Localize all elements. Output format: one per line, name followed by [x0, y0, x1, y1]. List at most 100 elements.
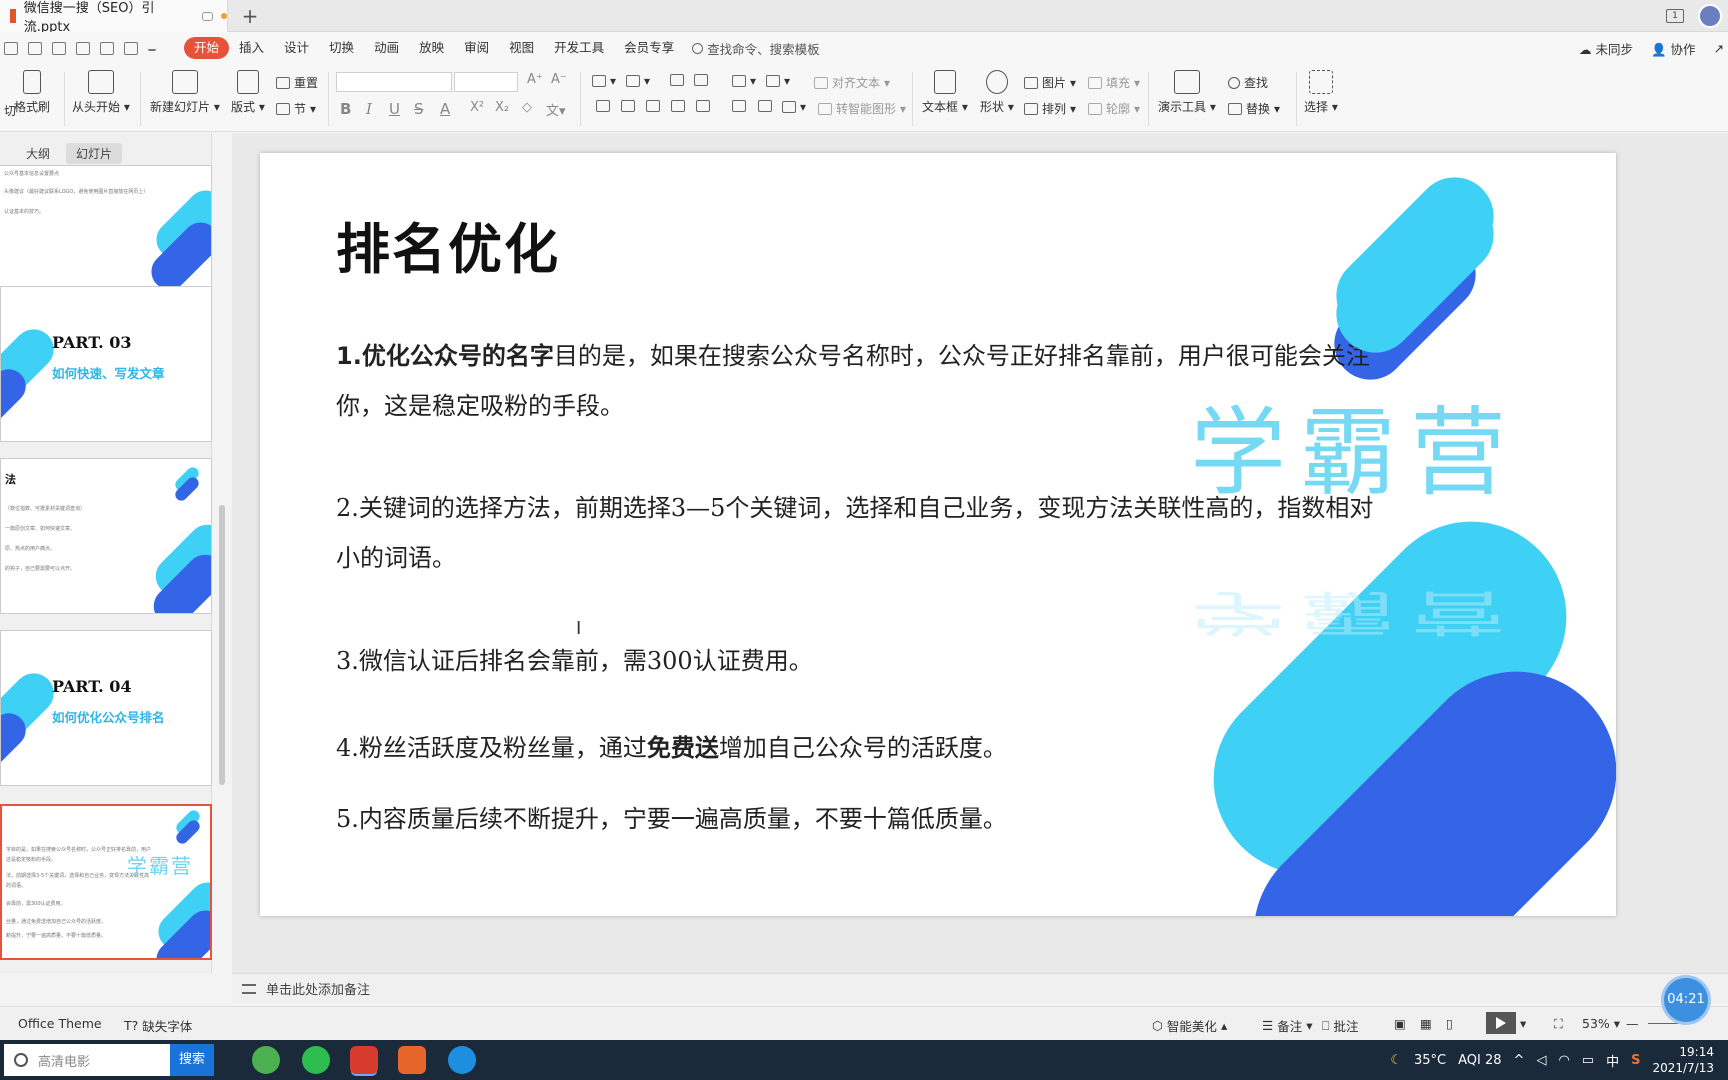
- print-preview-icon[interactable]: [76, 41, 90, 55]
- taskbar-search-input[interactable]: 高清电影: [38, 1051, 170, 1070]
- menu-transitions[interactable]: 切换: [319, 37, 364, 59]
- notes-bar[interactable]: 单击此处添加备注: [232, 973, 1728, 1003]
- collab-button[interactable]: 👤 协作: [1651, 39, 1696, 58]
- textbox-button[interactable]: 文本框 ▾: [922, 70, 968, 115]
- menu-home[interactable]: 开始: [184, 37, 230, 59]
- reading-view-icon[interactable]: ▯: [1446, 1016, 1453, 1031]
- picture-button[interactable]: 图片 ▾: [1024, 74, 1076, 91]
- shrink-font-button[interactable]: A⁻: [551, 72, 567, 87]
- redo-icon[interactable]: [124, 41, 138, 55]
- tab-slides[interactable]: 幻灯片: [66, 143, 123, 164]
- present-tools-button[interactable]: 演示工具 ▾: [1158, 70, 1216, 115]
- justify-button[interactable]: [671, 100, 685, 112]
- weather-temp[interactable]: 35°C: [1414, 1053, 1446, 1068]
- comments-button[interactable]: ⎕ 批注: [1322, 1016, 1359, 1035]
- fit-window-icon[interactable]: ⛶: [1554, 1016, 1563, 1032]
- paragraph-5[interactable]: 5.内容质量后续不断提升，宁要一遍高质量，不要十篇低质量。: [336, 794, 1376, 844]
- menu-animations[interactable]: 动画: [364, 37, 409, 59]
- document-tab[interactable]: 微信搜一搜（SEO）引流.pptx: [0, 0, 228, 35]
- paragraph-2[interactable]: 2.关键词的选择方法，前期选择3—5个关键词，选择和自己业务，变现方法关联性高的…: [336, 483, 1376, 583]
- menu-developer[interactable]: 开发工具: [544, 37, 614, 59]
- network-icon[interactable]: ◠: [1558, 1053, 1569, 1068]
- wps-icon[interactable]: [350, 1046, 378, 1074]
- phonetic-icon[interactable]: 文▾: [546, 100, 566, 119]
- font-size-select[interactable]: [454, 72, 518, 92]
- increase-indent-button[interactable]: [694, 74, 708, 86]
- align-center-button[interactable]: [621, 100, 635, 112]
- window-count-icon[interactable]: 1: [1666, 9, 1684, 23]
- recording-timer[interactable]: 04:21: [1664, 978, 1708, 1022]
- ime-indicator[interactable]: 中: [1606, 1051, 1619, 1070]
- taskbar-search[interactable]: 高清电影 搜索: [4, 1044, 214, 1076]
- underline-button[interactable]: U: [389, 100, 400, 118]
- text-direction-button[interactable]: ▾: [732, 74, 756, 88]
- italic-button[interactable]: I: [366, 100, 372, 118]
- clear-format-icon[interactable]: ◇: [522, 100, 532, 115]
- menu-design[interactable]: 设计: [274, 37, 319, 59]
- command-search[interactable]: 查找命令、搜索模板: [692, 39, 820, 58]
- paragraph-1[interactable]: 1.优化公众号的名字目的是，如果在搜索公众号名称时，公众号正好排名靠前，用户很可…: [336, 331, 1376, 431]
- section-button[interactable]: 节 ▾: [276, 100, 316, 117]
- volume-icon[interactable]: ◁: [1536, 1053, 1546, 1068]
- distribute-button[interactable]: [696, 100, 710, 112]
- menu-member[interactable]: 会员专享: [614, 37, 684, 59]
- undo-icon[interactable]: [100, 41, 114, 55]
- chevron-up-icon[interactable]: ^: [1514, 1053, 1525, 1068]
- font-color-button[interactable]: A: [440, 100, 450, 118]
- menu-insert[interactable]: 插入: [229, 37, 274, 59]
- line-spacing-button[interactable]: [732, 100, 746, 112]
- theme-name[interactable]: Office Theme: [18, 1016, 102, 1031]
- normal-view-icon[interactable]: ▣: [1394, 1016, 1406, 1031]
- slide-thumbnail-4[interactable]: PART. 04 如何优化公众号排名: [0, 630, 212, 786]
- paragraph-4[interactable]: 4.粉丝活跃度及粉丝量，通过免费送增加自己公众号的活跃度。: [336, 723, 1376, 773]
- export-icon[interactable]: [28, 41, 42, 55]
- subscript-button[interactable]: X₂: [495, 100, 509, 115]
- format-painter-button[interactable]: 格式刷: [14, 70, 50, 115]
- paragraph-3[interactable]: 3.微信认证后排名会靠前，需300认证费用。: [336, 636, 1376, 686]
- menu-review[interactable]: 审阅: [454, 37, 499, 59]
- decrease-indent-button[interactable]: [670, 74, 684, 86]
- grid-view-icon[interactable]: ▦: [1420, 1016, 1432, 1031]
- tab-outline[interactable]: 大纲: [16, 143, 60, 164]
- sogou-icon[interactable]: S: [1631, 1053, 1640, 1068]
- air-quality[interactable]: AQI 28: [1458, 1053, 1501, 1068]
- smart-beautify-button[interactable]: ⬡ 智能美化 ▴: [1152, 1016, 1227, 1035]
- fill-button[interactable]: 填充 ▾: [1088, 74, 1140, 91]
- panel-scrollbar[interactable]: [219, 505, 225, 785]
- spacing-more-button[interactable]: ▾: [782, 100, 806, 114]
- bullets-button[interactable]: ▾: [592, 74, 616, 88]
- outline-button[interactable]: 轮廓 ▾: [1088, 100, 1140, 117]
- menu-view[interactable]: 视图: [499, 37, 544, 59]
- browser-360-icon[interactable]: [252, 1046, 280, 1074]
- slide-title[interactable]: 排名优化: [336, 205, 560, 284]
- from-start-button[interactable]: 从头开始 ▾: [72, 70, 130, 115]
- arrange-button[interactable]: 排列 ▾: [1024, 100, 1076, 117]
- replace-button[interactable]: 替换 ▾: [1228, 100, 1280, 117]
- slide-thumbnail-3[interactable]: 法 （数位指数、可按素材关键词查询） 一篇原创文章、如何快速文章。 原、热点的用…: [0, 458, 212, 614]
- play-slideshow-button[interactable]: ▾: [1486, 1012, 1526, 1034]
- align-text-button[interactable]: 对齐文本 ▾: [814, 74, 890, 91]
- zoom-slider[interactable]: [1648, 1023, 1688, 1024]
- sort-button[interactable]: ▾: [766, 74, 790, 88]
- slide-thumbnail-2[interactable]: PART. 03 如何快速、写发文章: [0, 286, 212, 442]
- shape-button[interactable]: 形状 ▾: [980, 70, 1014, 115]
- superscript-button[interactable]: X²: [470, 100, 484, 115]
- menu-slideshow[interactable]: 放映: [409, 37, 454, 59]
- to-smartart-button[interactable]: 转智能图形 ▾: [818, 100, 906, 117]
- taskbar-search-button[interactable]: 搜索: [170, 1044, 214, 1076]
- missing-font-button[interactable]: T? 缺失字体: [124, 1016, 192, 1035]
- numbering-button[interactable]: ▾: [626, 74, 650, 88]
- reset-button[interactable]: 重置: [276, 74, 318, 91]
- edge-icon[interactable]: [448, 1046, 476, 1074]
- paragraph-spacing-button[interactable]: [758, 100, 772, 112]
- find-button[interactable]: 查找: [1228, 74, 1268, 91]
- avatar[interactable]: [1698, 4, 1722, 28]
- slide-thumbnail-1[interactable]: 公众号基本信息设置要点 头像建议（最好建议联系LOGO，避免使用图片直接放在网页…: [0, 165, 212, 301]
- layout-button[interactable]: 版式 ▾: [231, 70, 265, 115]
- new-tab-button[interactable]: +: [238, 4, 262, 28]
- notes-toggle-button[interactable]: ☰ 备注 ▾: [1262, 1016, 1313, 1035]
- chevron-down-icon[interactable]: [148, 46, 156, 51]
- recorder-app-icon[interactable]: [398, 1046, 426, 1074]
- save-icon[interactable]: [4, 41, 18, 55]
- font-family-select[interactable]: [336, 72, 452, 92]
